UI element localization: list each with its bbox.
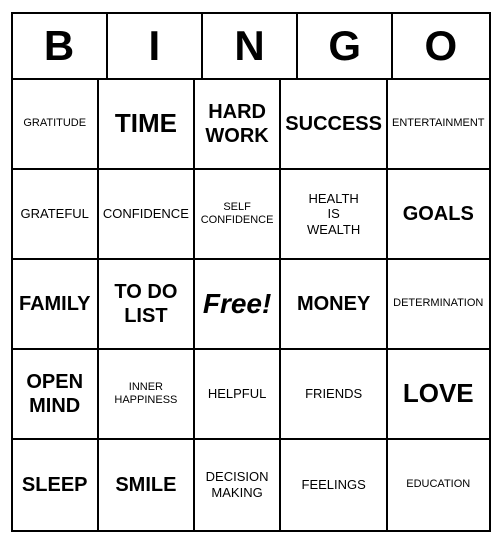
- cell-r0-c4: ENTERTAINMENT: [388, 80, 489, 170]
- cell-label: CONFIDENCE: [103, 206, 189, 222]
- bingo-card: BINGO GRATITUDE TIME HARDWORK SUCCESS ENTERT…: [11, 12, 491, 532]
- cell-r4-c1: SMILE: [99, 440, 195, 530]
- cell-label: HELPFUL: [208, 386, 267, 402]
- cell-r0-c0: GRATITUDE: [13, 80, 99, 170]
- cell-label: OPENMIND: [26, 370, 83, 418]
- cell-r1-c0: GRATEFUL: [13, 170, 99, 260]
- cell-r3-c2: HELPFUL: [195, 350, 281, 440]
- cell-r2-c3: MONEY: [281, 260, 388, 350]
- cell-label: GOALS: [403, 202, 474, 226]
- cell-r4-c0: SLEEP: [13, 440, 99, 530]
- cell-label: MONEY: [297, 292, 370, 316]
- cell-r1-c4: GOALS: [388, 170, 489, 260]
- cell-label: TIME: [115, 108, 177, 139]
- cell-r2-c4: DETERMINATION: [388, 260, 489, 350]
- cell-label: HEALTHISWEALTH: [307, 191, 360, 238]
- cell-r4-c4: EDUCATION: [388, 440, 489, 530]
- cell-r3-c3: FRIENDS: [281, 350, 388, 440]
- cell-label: SUCCESS: [285, 112, 382, 136]
- cell-label: FRIENDS: [305, 386, 362, 402]
- cell-r0-c2: HARDWORK: [195, 80, 281, 170]
- cell-label: SMILE: [115, 473, 176, 497]
- cell-r2-c2: Free!: [195, 260, 281, 350]
- cell-label: LOVE: [403, 378, 474, 409]
- cell-r2-c0: FAMILY: [13, 260, 99, 350]
- cell-r1-c1: CONFIDENCE: [99, 170, 195, 260]
- cell-r0-c1: TIME: [99, 80, 195, 170]
- cell-label: GRATEFUL: [21, 206, 89, 222]
- cell-label: Free!: [203, 288, 271, 320]
- cell-label: FAMILY: [19, 292, 91, 316]
- cell-label: FEELINGS: [302, 477, 366, 493]
- cell-label: HARDWORK: [205, 100, 268, 148]
- cell-r1-c3: HEALTHISWEALTH: [281, 170, 388, 260]
- header-letter: O: [393, 14, 488, 78]
- cell-label: GRATITUDE: [23, 117, 86, 130]
- cell-r2-c1: TO DOLIST: [99, 260, 195, 350]
- cell-r3-c1: INNERHAPPINESS: [99, 350, 195, 440]
- header-letter: G: [298, 14, 393, 78]
- cell-label: SELFCONFIDENCE: [201, 201, 274, 227]
- cell-label: SLEEP: [22, 473, 88, 497]
- header-letter: I: [108, 14, 203, 78]
- cell-label: TO DOLIST: [114, 280, 177, 328]
- cell-r3-c0: OPENMIND: [13, 350, 99, 440]
- bingo-header: BINGO: [13, 14, 489, 80]
- cell-label: ENTERTAINMENT: [392, 117, 485, 130]
- cell-label: DECISIONMAKING: [206, 469, 269, 500]
- cell-r4-c2: DECISIONMAKING: [195, 440, 281, 530]
- cell-r0-c3: SUCCESS: [281, 80, 388, 170]
- header-letter: N: [203, 14, 298, 78]
- header-letter: B: [13, 14, 108, 78]
- cell-label: INNERHAPPINESS: [114, 381, 177, 407]
- cell-label: EDUCATION: [406, 478, 470, 491]
- cell-label: DETERMINATION: [393, 297, 483, 310]
- cell-r3-c4: LOVE: [388, 350, 489, 440]
- cell-r4-c3: FEELINGS: [281, 440, 388, 530]
- bingo-grid: GRATITUDE TIME HARDWORK SUCCESS ENTERTAINMEN…: [13, 80, 489, 530]
- cell-r1-c2: SELFCONFIDENCE: [195, 170, 281, 260]
